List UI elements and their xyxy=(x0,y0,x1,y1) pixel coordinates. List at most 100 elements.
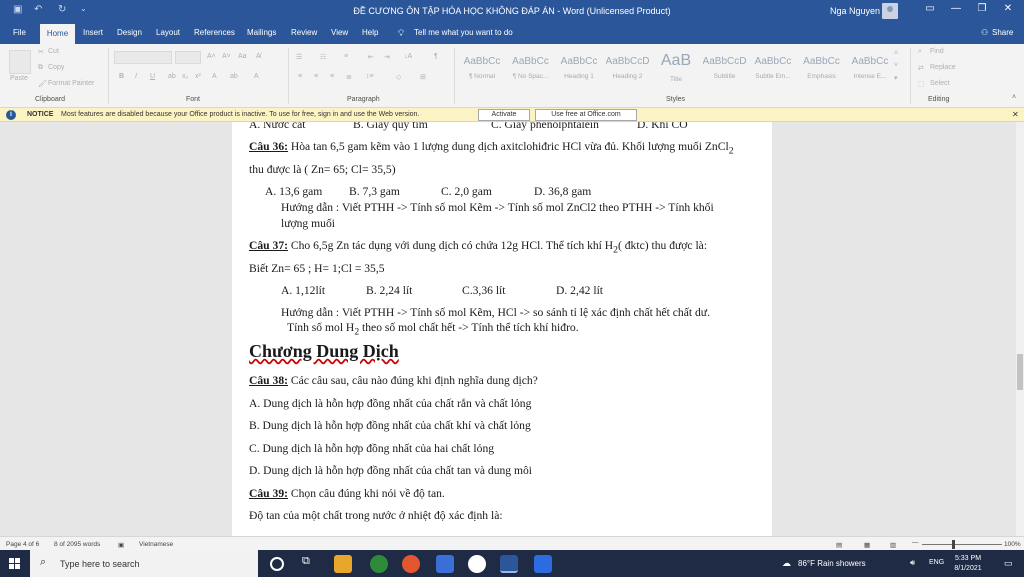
sort-icon[interactable]: ↓A xyxy=(404,53,412,60)
style-item[interactable]: AaBbCcD Heading 2 xyxy=(606,50,650,88)
start-button[interactable] xyxy=(0,550,30,577)
style-item[interactable]: AaBbCc ¶ Normal xyxy=(460,50,504,88)
scrollbar-thumb[interactable] xyxy=(1017,354,1023,390)
strikethrough-icon[interactable]: ab xyxy=(168,73,176,80)
zoom-slider[interactable] xyxy=(922,544,1002,545)
taskbar-search[interactable]: ⌕ Type here to search xyxy=(30,550,258,577)
tab-view[interactable]: View xyxy=(331,28,348,37)
styles-more-icon[interactable]: ▾ xyxy=(894,74,898,82)
subscript-icon[interactable]: x₂ xyxy=(182,73,188,80)
document-area[interactable]: A. Nước cất B. Giấy quỳ tím C. Giấy phen… xyxy=(0,122,1016,536)
volume-icon[interactable]: 🔊︎ xyxy=(910,558,915,568)
shrink-font-icon[interactable]: A˅ xyxy=(222,53,231,60)
close-icon[interactable]: ✕ xyxy=(1012,110,1019,119)
ribbon-display-options-icon[interactable]: ▭ xyxy=(920,3,940,14)
text-effects-icon[interactable]: A xyxy=(212,73,217,80)
font-color-icon[interactable]: A xyxy=(254,73,259,80)
style-item[interactable]: AaBbCc Emphasis xyxy=(800,50,844,88)
firefox-icon[interactable] xyxy=(402,555,420,573)
highlight-icon[interactable]: ab xyxy=(230,73,238,80)
user-name[interactable]: Nga Nguyen xyxy=(830,6,880,16)
zoom-level[interactable]: 100% xyxy=(1004,541,1021,548)
close-button[interactable]: ✕ xyxy=(998,3,1018,14)
grow-font-icon[interactable]: A˄ xyxy=(207,53,216,60)
collapse-ribbon-icon[interactable]: ˄ xyxy=(1012,94,1016,101)
zoom-out-icon[interactable]: — xyxy=(912,539,919,546)
tab-review[interactable]: Review xyxy=(291,28,317,37)
styles-scroll-up-icon[interactable]: ˄ xyxy=(894,50,898,57)
numbering-icon[interactable]: ☷ xyxy=(320,53,326,61)
style-item[interactable]: AaBbCcD Subtitle xyxy=(703,50,747,88)
shading-icon[interactable]: ◇ xyxy=(396,73,401,81)
styles-scroll-down-icon[interactable]: ˅ xyxy=(894,62,898,69)
italic-icon[interactable]: I xyxy=(135,73,137,80)
clear-formatting-icon[interactable]: A̸ xyxy=(256,53,261,60)
vertical-scrollbar[interactable] xyxy=(1016,122,1024,536)
font-size-select[interactable] xyxy=(175,51,201,64)
word-icon[interactable] xyxy=(500,555,518,573)
tab-help[interactable]: Help xyxy=(362,28,378,37)
line-spacing-icon[interactable]: ↕≡ xyxy=(366,73,374,80)
activate-button[interactable]: Activate xyxy=(478,109,530,121)
tab-insert[interactable]: Insert xyxy=(83,28,103,37)
page[interactable]: A. Nước cất B. Giấy quỳ tím C. Giấy phen… xyxy=(232,122,772,536)
minimize-button[interactable]: — xyxy=(946,3,966,14)
input-language[interactable]: ENG xyxy=(929,559,944,566)
app-icon[interactable] xyxy=(436,555,454,573)
cut-button[interactable]: Cut xyxy=(48,48,59,55)
borders-icon[interactable]: ⊞ xyxy=(420,73,426,81)
bullets-icon[interactable]: ☰ xyxy=(296,53,302,61)
share-button[interactable]: Share xyxy=(992,28,1013,37)
web-layout-icon[interactable]: ▥ xyxy=(890,541,896,549)
use-free-button[interactable]: Use free at Office.com xyxy=(535,109,637,121)
align-center-icon[interactable]: ≡ xyxy=(314,73,318,80)
notifications-icon[interactable]: ▭ xyxy=(1004,558,1013,569)
change-case-icon[interactable]: Aa xyxy=(238,53,247,60)
file-explorer-icon[interactable] xyxy=(334,555,352,573)
task-view-icon[interactable]: ⧉ xyxy=(302,555,320,573)
underline-icon[interactable]: U xyxy=(150,73,155,80)
read-mode-icon[interactable]: ▤ xyxy=(836,541,842,549)
zalo-icon[interactable] xyxy=(534,555,552,573)
show-formatting-icon[interactable]: ¶ xyxy=(434,53,438,60)
tab-mailings[interactable]: Mailings xyxy=(247,28,276,37)
page-count[interactable]: Page 4 of 6 xyxy=(6,541,39,548)
language[interactable]: Vietnamese xyxy=(139,541,173,548)
clock[interactable]: 5:33 PM 8/1/2021 xyxy=(948,554,988,574)
print-layout-icon[interactable]: ▦ xyxy=(864,541,870,549)
decrease-indent-icon[interactable]: ⇤ xyxy=(368,53,374,61)
bold-icon[interactable]: B xyxy=(119,73,124,80)
style-item[interactable]: AaBbCc Intense E... xyxy=(848,50,892,88)
weather-text[interactable]: 86°F Rain showers xyxy=(798,559,866,568)
proofing-icon[interactable]: ▣ xyxy=(118,541,124,549)
format-painter-button[interactable]: Format Painter xyxy=(48,80,94,87)
chrome-icon[interactable] xyxy=(370,555,388,573)
style-item[interactable]: AaBbCc Heading 1 xyxy=(557,50,601,88)
zoom-slider-thumb[interactable] xyxy=(952,540,955,549)
maximize-button[interactable]: ❐ xyxy=(972,3,992,14)
font-name-select[interactable] xyxy=(114,51,172,64)
tab-home[interactable]: Home xyxy=(40,24,75,44)
tab-layout[interactable]: Layout xyxy=(156,28,180,37)
replace-button[interactable]: Replace xyxy=(930,64,956,71)
style-item[interactable]: AaBbCc ¶ No Spac... xyxy=(509,50,553,88)
tell-me-search[interactable]: Tell me what you want to do xyxy=(414,28,513,37)
increase-indent-icon[interactable]: ⇥ xyxy=(384,53,390,61)
tab-file[interactable]: File xyxy=(13,28,26,37)
multilevel-list-icon[interactable]: ≡ xyxy=(344,53,348,60)
align-left-icon[interactable]: ≡ xyxy=(298,73,302,80)
copy-button[interactable]: Copy xyxy=(48,64,64,71)
paste-button[interactable]: Paste xyxy=(10,75,28,82)
avatar[interactable] xyxy=(882,3,898,19)
xbox-icon[interactable] xyxy=(468,555,486,573)
style-item[interactable]: AaBbCc Subtle Em... xyxy=(751,50,795,88)
tab-references[interactable]: References xyxy=(194,28,235,37)
select-button[interactable]: Select xyxy=(930,80,949,87)
find-button[interactable]: Find xyxy=(930,48,944,55)
align-right-icon[interactable]: ≡ xyxy=(330,73,334,80)
tab-design[interactable]: Design xyxy=(117,28,142,37)
cortana-icon[interactable] xyxy=(270,557,284,571)
justify-icon[interactable]: ≣ xyxy=(346,73,352,81)
word-count[interactable]: 8 of 2095 words xyxy=(54,541,100,548)
superscript-icon[interactable]: x² xyxy=(195,73,201,80)
